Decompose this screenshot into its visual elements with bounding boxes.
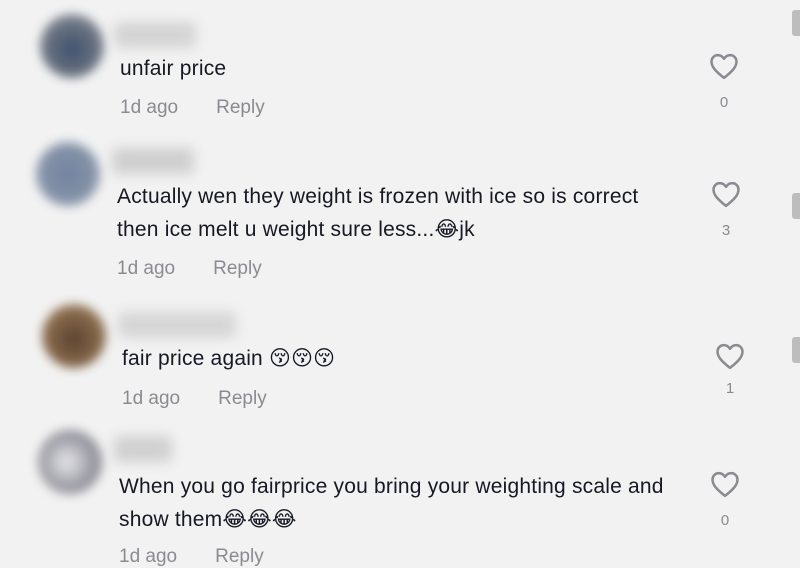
username-blurred[interactable] — [114, 436, 172, 462]
comment-time: 1d ago — [122, 388, 181, 409]
avatar[interactable] — [36, 142, 100, 206]
username-blurred[interactable] — [118, 312, 236, 338]
comment-text: fair price again 😚😚😚 — [122, 347, 336, 370]
like-count: 0 — [719, 94, 729, 111]
like-count: 1 — [725, 380, 735, 397]
reply-button[interactable]: Reply — [218, 388, 267, 409]
heart-icon — [711, 471, 739, 498]
reply-button[interactable]: Reply — [213, 258, 262, 279]
like-button[interactable]: 0 — [704, 52, 744, 111]
comment-time: 1d ago — [119, 546, 178, 567]
edge-fragment — [792, 10, 800, 36]
like-button[interactable]: 0 — [705, 470, 745, 529]
reply-button[interactable]: Reply — [215, 546, 264, 567]
heart-icon — [710, 53, 738, 80]
like-button[interactable]: 3 — [706, 180, 746, 239]
username-blurred[interactable] — [112, 148, 194, 174]
like-button[interactable]: 1 — [710, 342, 750, 397]
comment-meta: 1d ago Reply — [117, 258, 262, 280]
comment-text: unfair price — [120, 57, 227, 80]
heart-icon — [712, 181, 740, 208]
username-blurred[interactable] — [114, 22, 196, 48]
comment-meta: 1d ago Reply — [119, 546, 264, 568]
heart-icon — [716, 343, 744, 370]
like-count: 3 — [721, 222, 731, 239]
comment-meta: 1d ago Reply — [122, 388, 267, 410]
reply-button[interactable]: Reply — [216, 97, 265, 118]
like-count: 0 — [720, 512, 730, 529]
comment-time: 1d ago — [120, 97, 179, 118]
avatar[interactable] — [42, 304, 106, 368]
avatar[interactable] — [40, 14, 104, 78]
avatar[interactable] — [38, 430, 102, 494]
edge-fragment — [792, 337, 800, 363]
comment-text: When you go fairprice you bring your wei… — [119, 475, 664, 531]
edge-fragment — [792, 193, 800, 219]
comment-text: Actually wen they weight is frozen with … — [117, 185, 639, 241]
comment-meta: 1d ago Reply — [120, 97, 265, 119]
comment-time: 1d ago — [117, 258, 176, 279]
